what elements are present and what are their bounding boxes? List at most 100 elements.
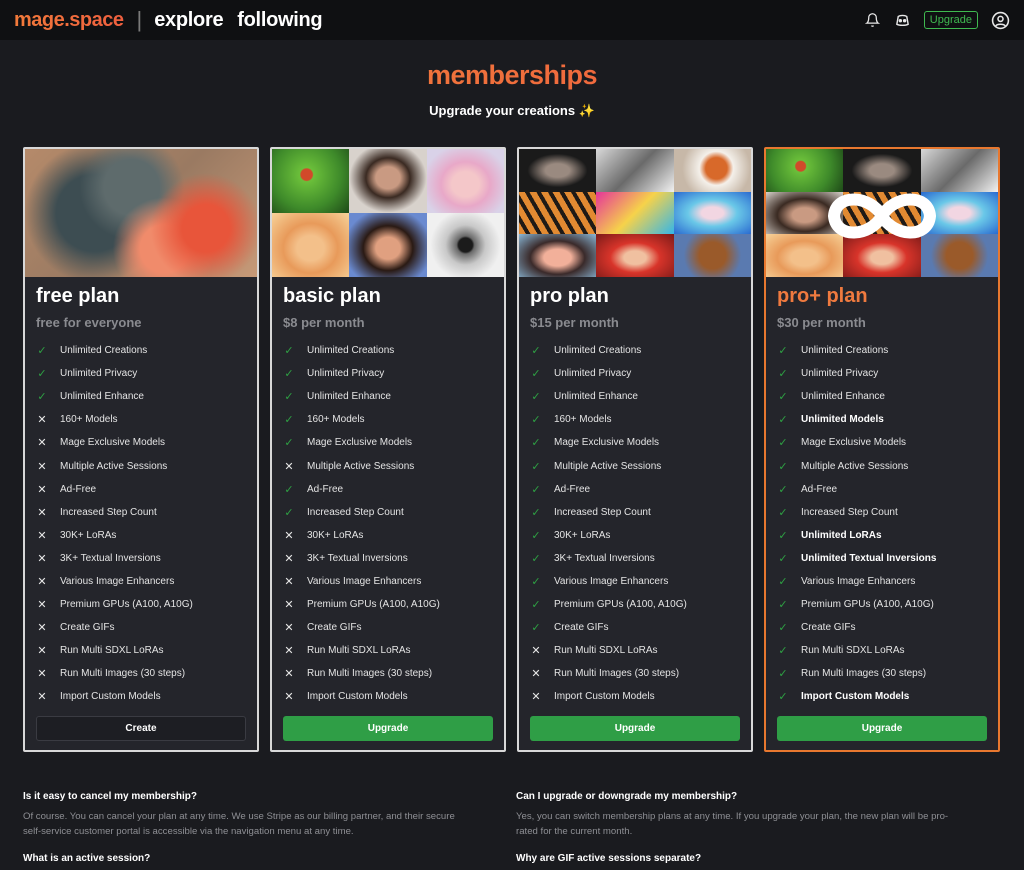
feature-label: 30K+ LoRAs bbox=[60, 529, 117, 541]
feature-label: Increased Step Count bbox=[60, 506, 157, 518]
top-nav-bar: mage.space | explore following Upgrade bbox=[0, 0, 1024, 40]
header-actions: Upgrade bbox=[864, 10, 1010, 30]
nav-explore-link[interactable]: explore bbox=[154, 9, 223, 32]
x-icon: ✕ bbox=[284, 575, 294, 588]
x-icon: ✕ bbox=[284, 599, 294, 612]
check-icon: ✓ bbox=[284, 483, 294, 496]
feature-list: ✓ Unlimited Creations ✓ Unlimited Privacy ✓ U… bbox=[529, 339, 749, 709]
feature-label: Unlimited Creations bbox=[60, 345, 148, 357]
brand-logo[interactable]: mage.space bbox=[14, 9, 124, 32]
feature-list: ✓ Unlimited Creations ✓ Unlimited Privacy ✓ U… bbox=[776, 339, 996, 709]
feature-item: ✕ 3K+ Textual Inversions bbox=[282, 547, 502, 570]
feature-label: Unlimited Models bbox=[801, 414, 884, 426]
plan-image-pro bbox=[519, 149, 751, 277]
x-icon: ✕ bbox=[37, 460, 47, 473]
feature-item: ✓ Ad-Free bbox=[529, 478, 749, 501]
x-icon: ✕ bbox=[37, 506, 47, 519]
feature-list: ✓ Unlimited Creations ✓ Unlimited Privacy ✓ U… bbox=[35, 339, 255, 709]
feature-label: Various Image Enhancers bbox=[307, 575, 422, 587]
feature-label: Increased Step Count bbox=[801, 506, 898, 518]
check-icon: ✓ bbox=[778, 368, 788, 381]
plan-price: $30 per month bbox=[777, 315, 866, 330]
feature-item: ✓ 3K+ Textual Inversions bbox=[529, 547, 749, 570]
check-icon: ✓ bbox=[531, 414, 541, 427]
check-icon: ✓ bbox=[778, 483, 788, 496]
discord-icon[interactable] bbox=[894, 11, 912, 29]
plan-card-pro-plus: pro+ plan $30 per month ✓ Unlimited Creat… bbox=[764, 147, 1000, 752]
feature-label: 160+ Models bbox=[60, 414, 118, 426]
feature-item: ✓ Mage Exclusive Models bbox=[282, 431, 502, 454]
feature-label: Premium GPUs (A100, A10G) bbox=[307, 599, 440, 611]
feature-item: ✕ Run Multi SDXL LoRAs bbox=[282, 639, 502, 662]
x-icon: ✕ bbox=[37, 691, 47, 704]
feature-label: Unlimited Creations bbox=[801, 345, 889, 357]
check-icon: ✓ bbox=[778, 668, 788, 681]
feature-item: ✓ Various Image Enhancers bbox=[776, 570, 996, 593]
check-icon: ✓ bbox=[778, 599, 788, 612]
upgrade-button[interactable]: Upgrade bbox=[283, 716, 493, 741]
faq-question: Is it easy to cancel my membership? bbox=[23, 791, 197, 802]
plan-image-pro-plus bbox=[766, 149, 998, 277]
plan-name: basic plan bbox=[283, 285, 381, 307]
feature-label: Run Multi Images (30 steps) bbox=[554, 668, 680, 680]
feature-label: Increased Step Count bbox=[307, 506, 404, 518]
feature-label: 3K+ Textual Inversions bbox=[554, 552, 655, 564]
upgrade-button[interactable]: Upgrade bbox=[530, 716, 740, 741]
feature-item: ✕ Create GIFs bbox=[35, 616, 255, 639]
feature-label: Various Image Enhancers bbox=[60, 575, 175, 587]
feature-item: ✓ Unlimited Privacy bbox=[282, 362, 502, 385]
feature-label: Mage Exclusive Models bbox=[801, 437, 907, 449]
feature-label: Unlimited Privacy bbox=[307, 368, 385, 380]
x-icon: ✕ bbox=[37, 645, 47, 658]
feature-item: ✓ 160+ Models bbox=[529, 408, 749, 431]
x-icon: ✕ bbox=[284, 622, 294, 635]
feature-label: Increased Step Count bbox=[554, 506, 651, 518]
faq-answer: Yes, you can switch membership plans at … bbox=[516, 809, 996, 839]
feature-item: ✓ Premium GPUs (A100, A10G) bbox=[529, 593, 749, 616]
feature-item: ✓ Unlimited Creations bbox=[35, 339, 255, 362]
faq-answer-line: Yes, you can switch membership plans at … bbox=[516, 811, 949, 822]
feature-item: ✓ Unlimited Enhance bbox=[282, 385, 502, 408]
feature-item: ✓ Unlimited Creations bbox=[282, 339, 502, 362]
feature-label: Mage Exclusive Models bbox=[60, 437, 166, 449]
feature-label: Create GIFs bbox=[60, 622, 115, 634]
feature-label: Unlimited Creations bbox=[554, 345, 642, 357]
feature-label: Multiple Active Sessions bbox=[801, 460, 909, 472]
check-icon: ✓ bbox=[284, 391, 294, 404]
user-circle-icon[interactable] bbox=[990, 10, 1010, 30]
x-icon: ✕ bbox=[284, 645, 294, 658]
x-icon: ✕ bbox=[531, 691, 541, 704]
feature-label: 3K+ Textual Inversions bbox=[60, 552, 161, 564]
feature-label: Run Multi SDXL LoRAs bbox=[554, 645, 658, 657]
feature-item: ✓ Ad-Free bbox=[776, 478, 996, 501]
header-upgrade-button[interactable]: Upgrade bbox=[923, 11, 978, 29]
plan-price: free for everyone bbox=[36, 315, 142, 330]
feature-item: ✕ Run Multi Images (30 steps) bbox=[282, 662, 502, 685]
feature-item: ✓ Create GIFs bbox=[776, 616, 996, 639]
feature-item: ✓ Multiple Active Sessions bbox=[776, 454, 996, 477]
feature-label: Import Custom Models bbox=[554, 691, 655, 703]
feature-label: Run Multi SDXL LoRAs bbox=[307, 645, 411, 657]
bell-icon[interactable] bbox=[864, 11, 882, 29]
feature-item: ✓ Unlimited Privacy bbox=[35, 362, 255, 385]
feature-item: ✓ Multiple Active Sessions bbox=[529, 454, 749, 477]
feature-item: ✕ Run Multi SDXL LoRAs bbox=[35, 639, 255, 662]
check-icon: ✓ bbox=[531, 599, 541, 612]
feature-label: Unlimited Enhance bbox=[60, 391, 144, 403]
feature-item: ✓ Unlimited Creations bbox=[529, 339, 749, 362]
feature-item: ✓ 160+ Models bbox=[282, 408, 502, 431]
upgrade-button[interactable]: Upgrade bbox=[777, 716, 987, 741]
nav-following-link[interactable]: following bbox=[237, 9, 322, 32]
feature-item: ✓ Unlimited Textual Inversions bbox=[776, 547, 996, 570]
feature-item: ✕ Create GIFs bbox=[282, 616, 502, 639]
feature-label: Ad-Free bbox=[801, 483, 838, 495]
check-icon: ✓ bbox=[778, 552, 788, 565]
check-icon: ✓ bbox=[284, 506, 294, 519]
create-button[interactable]: Create bbox=[36, 716, 246, 741]
feature-label: Unlimited Privacy bbox=[554, 368, 632, 380]
feature-item: ✓ Unlimited Privacy bbox=[776, 362, 996, 385]
feature-item: ✕ Multiple Active Sessions bbox=[282, 454, 502, 477]
faq-answer-line: rated for the current month. bbox=[516, 826, 633, 837]
check-icon: ✓ bbox=[284, 368, 294, 381]
feature-item: ✓ Ad-Free bbox=[282, 478, 502, 501]
